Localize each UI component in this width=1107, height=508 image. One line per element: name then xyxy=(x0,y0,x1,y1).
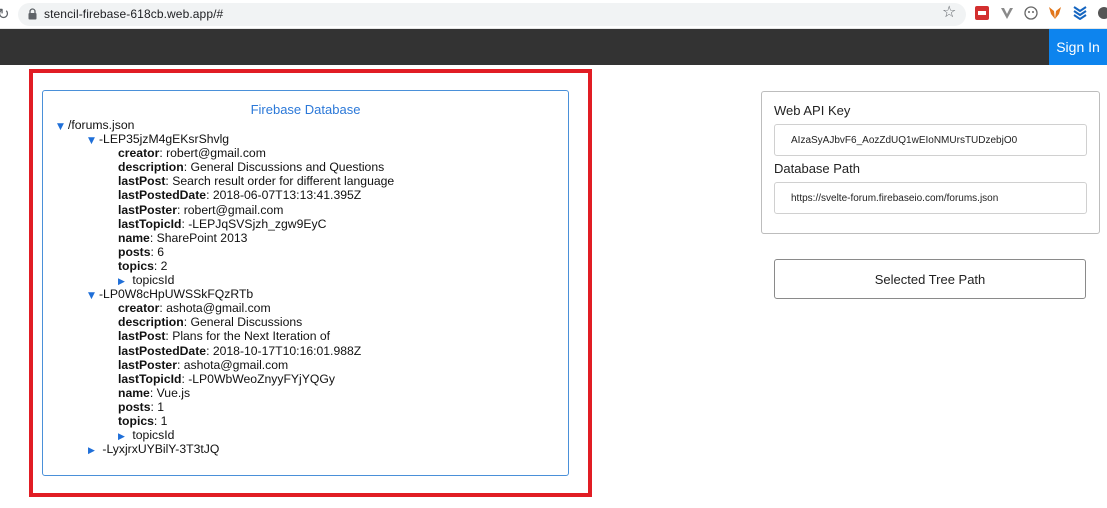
expanded-arrow-icon[interactable]: ▼ xyxy=(88,289,99,303)
field-value: : -LEPJqSVSjzh_zgw9EyC xyxy=(181,216,327,231)
config-panel: Web API Key Database Path xyxy=(761,91,1100,234)
field-value: : 2018-10-17T10:16:01.988Z xyxy=(206,343,362,358)
field-key: description xyxy=(118,315,184,330)
field-key: description xyxy=(118,160,184,175)
field-value: : SharePoint 2013 xyxy=(149,230,248,245)
reload-icon[interactable]: ↻ xyxy=(0,5,10,23)
database-path-input[interactable] xyxy=(774,182,1087,214)
tree-field: lastTopicId: -LP0WbWeoZnyyFYjYQGy xyxy=(57,372,394,386)
tree-field: lastPostedDate: 2018-06-07T13:13:41.395Z xyxy=(57,188,394,202)
field-value: : 1 xyxy=(150,399,165,414)
tree-field: description: General Discussions and Que… xyxy=(57,160,394,174)
field-value: : Plans for the Next Iteration of xyxy=(165,329,331,344)
field-key: name xyxy=(118,385,150,400)
expanded-arrow-icon[interactable]: ▼ xyxy=(57,120,68,134)
tree-field: lastPoster: ashota@gmail.com xyxy=(57,358,394,372)
field-key: topics xyxy=(118,258,154,273)
tree-field: topics: 1 xyxy=(57,414,394,428)
tree-node-key: -LP0W8cHpUWSSkFQzRTb xyxy=(99,287,254,302)
globe-extension-icon[interactable] xyxy=(1097,6,1107,20)
field-key: posts xyxy=(118,244,151,259)
tree-node-key: -LEP35jzM4gEKsrShvlg xyxy=(99,132,230,147)
tree-field: name: SharePoint 2013 xyxy=(57,231,394,245)
lock-icon xyxy=(28,8,37,20)
tree-root-label: /forums.json xyxy=(68,118,135,132)
tree-field: name: Vue.js xyxy=(57,386,394,400)
tree-root[interactable]: ▼/forums.json xyxy=(57,118,394,132)
address-bar[interactable]: stencil-firebase-618cb.web.app/# xyxy=(18,3,966,26)
field-key: lastTopicId xyxy=(118,371,182,386)
field-value: : 2018-06-07T13:13:41.395Z xyxy=(206,188,362,203)
field-value: : General Discussions xyxy=(183,315,303,330)
field-key: creator xyxy=(118,146,160,161)
tree-node[interactable]: ▼ -LP0W8cHpUWSSkFQzRTb xyxy=(57,287,394,301)
field-key: lastPoster xyxy=(118,357,177,372)
field-value: : Search result order for different lang… xyxy=(165,174,395,189)
field-value: : 2 xyxy=(153,258,168,273)
tree-field: lastTopicId: -LEPJqSVSjzh_zgw9EyC xyxy=(57,217,394,231)
field-key: lastPoster xyxy=(118,202,177,217)
tree-field: topics: 2 xyxy=(57,259,394,273)
database-tree: ▼/forums.json ▼ -LEP35jzM4gEKsrShvlg crea… xyxy=(57,116,394,456)
tree-node-key: -LyxjrxUYBilY-3T3tJQ xyxy=(102,442,220,457)
field-value: : General Discussions and Questions xyxy=(183,160,385,175)
field-key: lastPostedDate xyxy=(118,343,207,358)
field-key: lastPost xyxy=(118,174,166,189)
vuetify-extension-icon[interactable] xyxy=(1000,6,1014,20)
field-key: lastPostedDate xyxy=(118,188,207,203)
browser-toolbar: ↻ stencil-firebase-618cb.web.app/# ☆ xyxy=(0,0,1107,29)
field-value: : 6 xyxy=(150,244,165,259)
field-key: name xyxy=(118,230,150,245)
tree-field: lastPostedDate: 2018-10-17T10:16:01.988Z xyxy=(57,344,394,358)
field-value: : -LP0WbWeoZnyyFYjYQGy xyxy=(181,371,335,386)
cbs-extension-icon[interactable] xyxy=(975,6,989,20)
field-value: : ashota@gmail.com xyxy=(159,301,271,316)
tree-child-node[interactable]: ▶ topicsId xyxy=(57,273,394,287)
field-value: : robert@gmail.com xyxy=(159,146,266,161)
field-value: : 1 xyxy=(153,413,168,428)
field-key: creator xyxy=(118,301,160,316)
field-value: : Vue.js xyxy=(149,385,191,400)
tree-field: lastPost: Plans for the Next Iteration o… xyxy=(57,329,394,343)
tree-node[interactable]: ▶ -LyxjrxUYBilY-3T3tJQ xyxy=(57,442,394,456)
tree-field: lastPost: Search result order for differ… xyxy=(57,174,394,188)
metamask-fox-icon[interactable] xyxy=(1048,6,1062,20)
tree-child-label: topicsId xyxy=(132,428,175,443)
panel-title: Firebase Database xyxy=(250,102,361,117)
api-key-label: Web API Key xyxy=(774,103,851,118)
field-key: posts xyxy=(118,399,151,414)
tree-field: creator: robert@gmail.com xyxy=(57,146,394,160)
layers-extension-icon[interactable] xyxy=(1073,6,1087,20)
api-key-input[interactable] xyxy=(774,124,1087,156)
selected-tree-path-button[interactable]: Selected Tree Path xyxy=(774,259,1086,299)
app-header: Sign In xyxy=(0,29,1107,65)
tree-field: creator: ashota@gmail.com xyxy=(57,301,394,315)
tree-field: lastPoster: robert@gmail.com xyxy=(57,203,394,217)
tree-child-node[interactable]: ▶ topicsId xyxy=(57,428,394,442)
tree-node[interactable]: ▼ -LEP35jzM4gEKsrShvlg xyxy=(57,132,394,146)
database-path-label: Database Path xyxy=(774,161,861,176)
expanded-arrow-icon[interactable]: ▼ xyxy=(88,134,99,148)
tree-field: description: General Discussions xyxy=(57,315,394,329)
url-text: stencil-firebase-618cb.web.app/# xyxy=(44,7,224,21)
field-key: topics xyxy=(118,413,154,428)
tree-field: posts: 6 xyxy=(57,245,394,259)
bookmark-star-icon[interactable]: ☆ xyxy=(942,2,956,21)
circle-extension-icon[interactable] xyxy=(1024,6,1038,20)
tree-child-label: topicsId xyxy=(132,273,175,288)
sign-in-button[interactable]: Sign In xyxy=(1049,29,1107,65)
field-value: : robert@gmail.com xyxy=(176,202,284,217)
field-value: : ashota@gmail.com xyxy=(176,357,289,372)
firebase-tree-panel: Firebase Database ▼/forums.json ▼ -LEP35j… xyxy=(42,90,569,476)
field-key: lastPost xyxy=(118,329,166,344)
field-key: lastTopicId xyxy=(118,216,182,231)
collapsed-arrow-icon[interactable]: ▶ xyxy=(88,444,99,458)
tree-field: posts: 1 xyxy=(57,400,394,414)
